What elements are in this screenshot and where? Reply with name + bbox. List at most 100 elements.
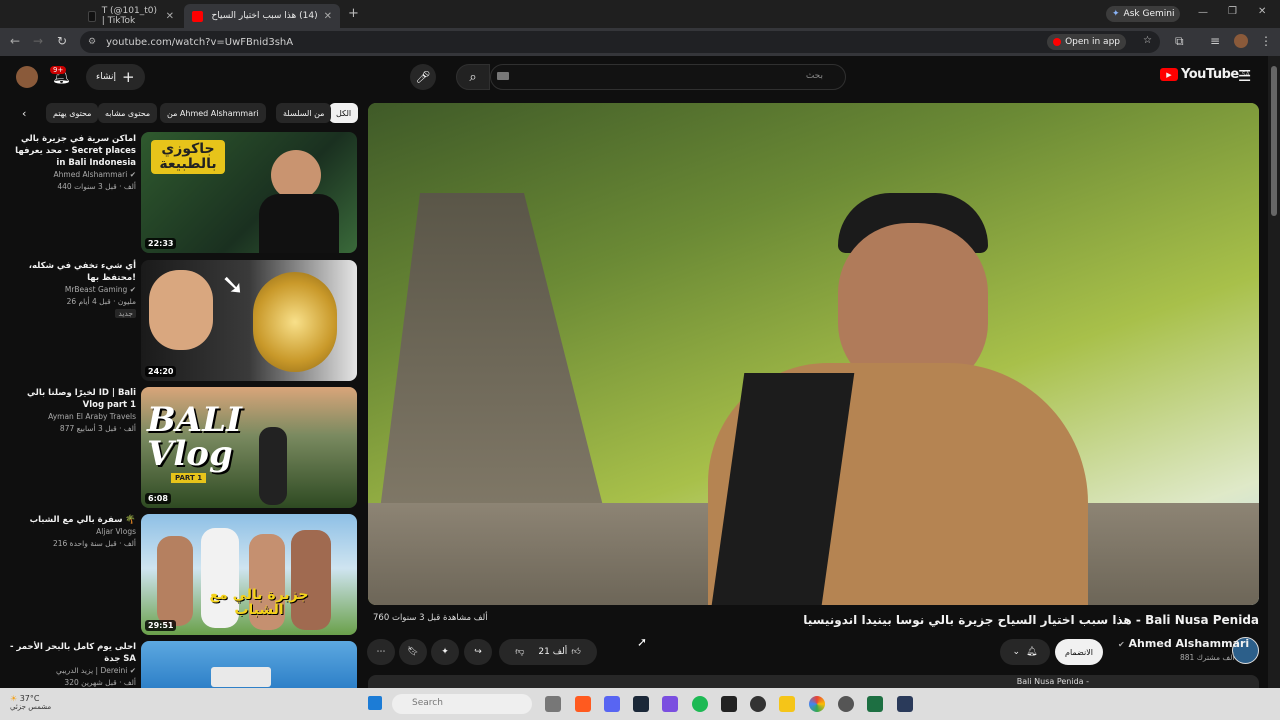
back-icon[interactable]: ← [10,34,20,48]
discord-icon[interactable] [604,696,620,712]
tab-tiktok[interactable]: T (@101_t0) | TikTok ✕ [80,4,182,28]
browser-menu-icon[interactable]: ⋮ [1260,34,1272,48]
chip-series[interactable]: من السلسلة [276,103,332,123]
ask-gemini-button[interactable]: ✦ Ask Gemini [1106,6,1181,22]
rec-title[interactable]: سفرة بالي مع الشباب 🌴 [6,514,136,526]
tiktok-icon [88,10,96,22]
chip-from-channel[interactable]: من Ahmed Alshammari [160,103,266,123]
task-view-icon[interactable] [545,696,561,712]
rec-channel[interactable]: MrBeast Gaming ✔ [6,284,136,296]
chip-all[interactable]: الكل [329,103,359,123]
app-icon[interactable] [838,696,854,712]
chip-related[interactable]: محتوى مشابه [98,103,158,123]
minimize-icon[interactable]: — [1198,7,1208,18]
rec-meta[interactable]: أي شيء تخفي في شكله، محتفظ بها! MrBeast … [6,260,136,320]
rec-meta[interactable]: اماكن سرية في جزيرة بالي محد يعرفها - Se… [6,133,136,193]
spotify-icon[interactable] [692,696,708,712]
rec-title[interactable]: لخيرًا وصلنا بالي ID | Bali Vlog part 1 [6,387,136,411]
chevron-left-icon[interactable]: ‹ [22,107,26,120]
rec-title[interactable]: أي شيء تخفي في شكله، محتفظ بها! [6,260,136,284]
chrome-icon[interactable] [809,696,825,712]
close-icon[interactable]: ✕ [324,11,332,22]
rec-channel[interactable]: Aljar Vlogs [6,526,136,538]
rec-meta[interactable]: سفرة بالي مع الشباب 🌴 Aljar Vlogs 216 أل… [6,514,136,550]
brave-icon[interactable] [575,696,591,712]
reload-icon[interactable]: ↻ [57,34,67,48]
like-icon[interactable]: 👍︎ [571,647,580,657]
epic-games-icon[interactable] [721,696,737,712]
person-figure [157,536,193,626]
channel-name[interactable]: Ahmed Alshammari [54,170,128,179]
youtube-logo[interactable]: ▶ YouTube SA [1160,67,1250,82]
channel-name-row[interactable]: ✔ Ahmed Alshammari [1118,637,1249,650]
save-button[interactable]: 🔖︎ [399,639,427,665]
forward-icon[interactable]: → [33,34,43,48]
join-button[interactable]: الانضمام [1055,639,1103,665]
taskbar-search-label: Search [412,698,443,708]
verified-icon: ✔ [129,170,136,179]
windows-start-icon[interactable] [368,696,382,710]
rec-thumbnail[interactable]: جزيرة بالي مع الشباب 29:51 [141,514,357,635]
video-player[interactable] [368,103,1259,605]
search-input[interactable]: بحث [490,64,846,90]
description-box[interactable]: Bali Nusa Penida - [368,675,1259,688]
site-info-icon[interactable]: ⚙ [88,37,96,47]
more-actions-button[interactable]: ⋯ [367,639,395,665]
like-count: 21 ألف [538,647,568,657]
rec-title[interactable]: احلى يوم كامل بالبحر الأحمر - جدة SA [6,641,136,665]
rec-thumbnail[interactable]: BALI Vlog PART 1 6:08 [141,387,357,508]
app-icon[interactable] [897,696,913,712]
address-bar[interactable]: ⚙ youtube.com/watch?v=UwFBnid3shA Open i… [80,31,1160,53]
rec-channel[interactable]: Ayman El Araby Travels [6,411,136,423]
person-face [271,150,321,200]
close-icon[interactable]: ✕ [166,11,174,22]
channel-name[interactable]: Ahmed Alshammari [1129,637,1250,650]
rec-thumbnail[interactable] [141,641,357,688]
new-tab-icon[interactable]: + [348,6,359,21]
rec-thumbnail[interactable]: جاكوزي بالطبيعة 22:33 [141,132,357,253]
subscribed-bell-button[interactable]: ⌄ 🔔︎ [1000,639,1050,665]
rec-meta[interactable]: لخيرًا وصلنا بالي ID | Bali Vlog part 1 … [6,387,136,435]
app-icon[interactable] [662,696,678,712]
app-icon[interactable] [779,696,795,712]
weather-widget[interactable]: ☀ 37°C مشمس جزئي [10,694,51,711]
bookmark-star-icon[interactable]: ☆ [1143,35,1152,46]
rec-meta[interactable]: احلى يوم كامل بالبحر الأحمر - جدة SA يزي… [6,641,136,689]
window-close-icon[interactable]: ✕ [1258,6,1266,17]
share-button[interactable]: ↪ [464,639,492,665]
channel-name[interactable]: Aljar Vlogs [96,527,136,536]
channel-name[interactable]: Ayman El Araby Travels [48,412,136,421]
notification-badge: 9+ [50,66,67,74]
media-control-icon[interactable]: ≡ [1210,34,1220,48]
keyboard-icon[interactable] [497,72,509,80]
channel-name[interactable]: يزيد الدريبي | Dereini [56,666,127,675]
steam-icon[interactable] [633,696,649,712]
dislike-icon[interactable]: 👎︎ [515,647,524,657]
rec-thumbnail[interactable]: ➘ 24:20 [141,260,357,381]
open-in-app-button[interactable]: Open in app [1047,34,1126,50]
profile-avatar[interactable] [1234,34,1248,48]
tab-youtube[interactable]: (14) هذا سبب اختيار السياح :- ✕ [184,4,340,28]
rec-stats: 216 ألف · قبل سنة واحدة [52,539,136,548]
hamburger-menu-icon[interactable]: ☰ [1238,67,1251,85]
obs-icon[interactable] [750,696,766,712]
scrollbar[interactable] [1268,56,1280,688]
rec-channel[interactable]: يزيد الدريبي | Dereini ✔ [6,665,136,677]
weather-desc: مشمس جزئي [10,703,52,711]
taskbar-search[interactable]: Search [392,694,532,714]
avatar[interactable] [16,66,38,88]
voice-search-button[interactable]: 🎤︎ [410,64,436,90]
rec-title[interactable]: اماكن سرية في جزيرة بالي محد يعرفها - Se… [6,133,136,169]
extensions-icon[interactable]: ⧉ [1175,34,1184,49]
rec-channel[interactable]: Ahmed Alshammari ✔ [6,169,136,181]
channel-name[interactable]: MrBeast Gaming [65,285,127,294]
maximize-icon[interactable]: ❐ [1228,6,1237,17]
chevron-down-icon: ⌄ [1012,647,1021,657]
excel-icon[interactable] [867,696,883,712]
description-preview: Bali Nusa Penida - [1016,677,1089,686]
ask-button[interactable]: ✦ [431,639,459,665]
scrollbar-thumb[interactable] [1271,66,1277,216]
search-button[interactable]: ⌕ [456,64,490,90]
chip-interest[interactable]: محتوى يهتم [46,103,99,123]
create-button[interactable]: إنشاء + [86,64,145,90]
